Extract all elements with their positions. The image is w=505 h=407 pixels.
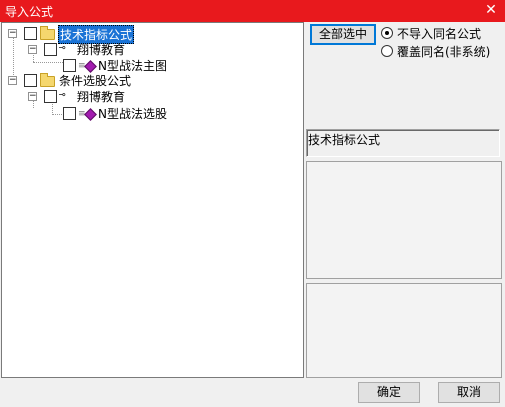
select-all-button[interactable]: 全部选中 — [310, 24, 376, 45]
formula-tree[interactable]: − 技术指标公式 − ⊸ 翔博教育 ≡ N型战法主图 − 条件选股公式 − ⊸ … — [1, 22, 304, 378]
tree-connector — [13, 35, 14, 79]
title-bar: 导入公式 ✕ — [0, 0, 505, 22]
tree-node-label: 条件选股公式 — [59, 74, 132, 88]
tree-checkbox[interactable] — [24, 27, 37, 40]
tree-checkbox[interactable] — [44, 90, 57, 103]
key-icon: ⊸ — [59, 41, 66, 54]
formula-type-text: 技术指标公式 — [308, 133, 381, 147]
ok-button[interactable]: 确定 — [358, 382, 420, 403]
folder-icon — [40, 26, 55, 40]
tree-node-label: N型战法选股 — [98, 107, 167, 121]
formula-type-panel: 技术指标公式 — [306, 129, 500, 157]
radio-label: 不导入同名公式 — [397, 27, 482, 41]
window-title: 导入公式 — [5, 5, 54, 19]
tree-connector — [33, 62, 63, 63]
radio-label: 覆盖同名(非系统) — [397, 45, 491, 59]
cancel-button[interactable]: 取消 — [438, 382, 500, 403]
collapse-icon[interactable]: − — [28, 92, 37, 101]
tree-checkbox[interactable] — [44, 43, 57, 56]
formula-description-panel — [306, 161, 502, 279]
tree-connector — [52, 101, 53, 115]
tree-checkbox[interactable] — [63, 59, 76, 72]
radio-button[interactable] — [381, 45, 393, 57]
tree-node-label: 翔博教育 — [77, 43, 126, 57]
tree-checkbox[interactable] — [63, 107, 76, 120]
formula-params-panel — [306, 283, 502, 378]
tree-checkbox[interactable] — [24, 74, 37, 87]
formula-gem-icon — [84, 108, 97, 121]
close-icon[interactable]: ✕ — [483, 1, 499, 19]
formula-gem-icon — [84, 60, 97, 73]
collapse-icon[interactable]: − — [8, 76, 17, 85]
collapse-icon[interactable]: − — [28, 45, 37, 54]
collapse-icon[interactable]: − — [8, 29, 17, 38]
folder-icon — [40, 73, 55, 87]
radio-button[interactable] — [381, 27, 393, 39]
key-icon: ⊸ — [59, 88, 66, 101]
tree-node-label: 翔博教育 — [77, 90, 126, 104]
